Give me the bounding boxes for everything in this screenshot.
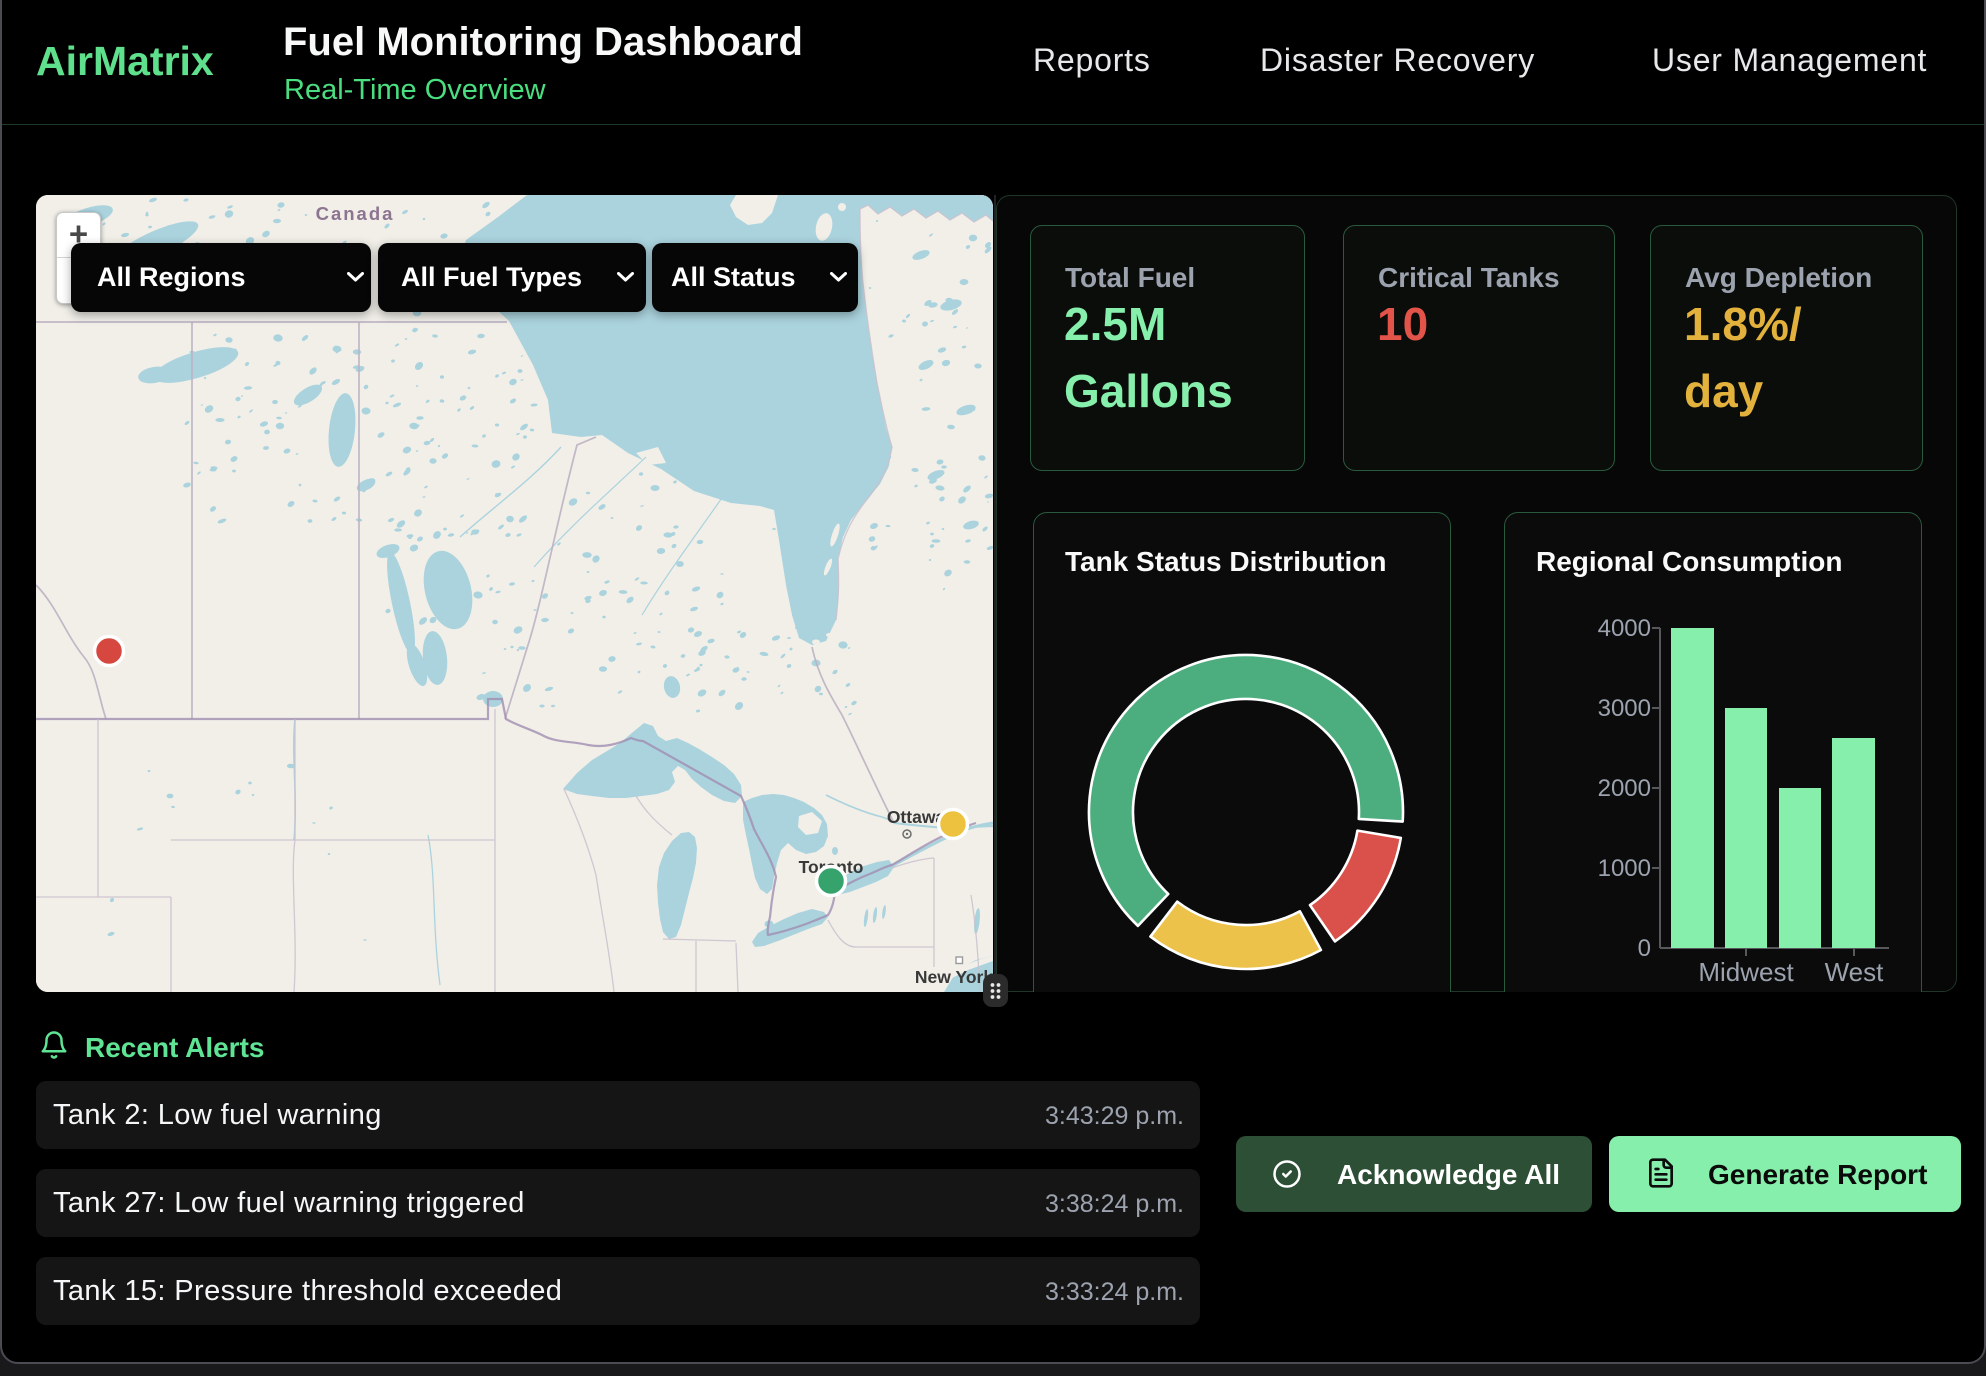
svg-text:1000: 1000	[1598, 855, 1651, 882]
svg-text:0: 0	[1638, 935, 1651, 962]
svg-text:Ottawa: Ottawa	[887, 807, 946, 827]
svg-text:West: West	[1825, 957, 1885, 987]
svg-text:New York: New York	[915, 967, 993, 987]
svg-text:2000: 2000	[1598, 775, 1651, 802]
svg-text:3000: 3000	[1598, 695, 1651, 722]
svg-text:Midwest: Midwest	[1698, 957, 1794, 987]
svg-text:Canada: Canada	[316, 203, 395, 224]
svg-text:4000: 4000	[1598, 615, 1651, 642]
